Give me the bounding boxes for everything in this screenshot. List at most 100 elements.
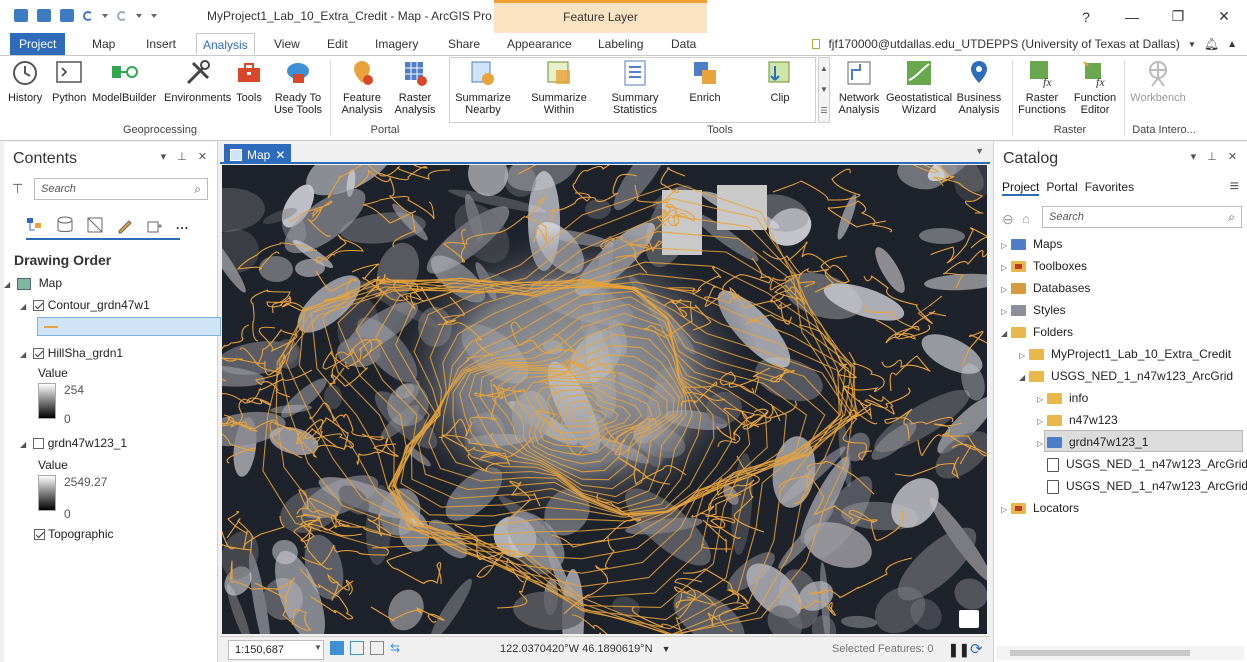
- layer-hillshade[interactable]: ◢ HillSha_grdn1: [20, 346, 123, 360]
- feature-analysis-button[interactable]: Feature Analysis: [336, 58, 388, 116]
- refresh-icon[interactable]: ⟳: [970, 640, 983, 658]
- view-list-dropdown-icon[interactable]: ▼: [975, 146, 984, 156]
- layer-visibility-checkbox[interactable]: [33, 438, 45, 450]
- layer-visibility-checkbox[interactable]: [33, 300, 45, 312]
- expand-arrow-icon[interactable]: ▷: [1001, 263, 1011, 272]
- modelbuilder-button[interactable]: ModelBuilder: [92, 58, 156, 104]
- contents-search-input[interactable]: Search ⌕: [34, 178, 208, 200]
- catalog-search-input[interactable]: Search ⌕: [1042, 206, 1242, 228]
- raster-analysis-button[interactable]: Raster Analysis: [390, 58, 440, 116]
- layer-topographic[interactable]: Topographic: [34, 527, 114, 541]
- gallery-expand-icon[interactable]: ☰: [819, 100, 829, 121]
- tab-catalog-project[interactable]: Project: [1002, 180, 1040, 196]
- user-account[interactable]: fjf170000@utdallas.edu_UTDEPPS (Universi…: [812, 37, 1237, 51]
- gallery-scroll[interactable]: ▲ ▼ ☰: [818, 57, 830, 123]
- tab-labeling[interactable]: Labeling: [592, 33, 649, 55]
- selection-view-icon[interactable]: [86, 216, 104, 234]
- expand-arrow-icon[interactable]: ◢: [1019, 373, 1029, 382]
- collapse-arrow-icon[interactable]: ◢: [20, 440, 30, 449]
- catalog-item[interactable]: ▷ info: [1037, 391, 1088, 405]
- expand-arrow-icon[interactable]: ◢: [1001, 329, 1011, 338]
- tab-map-view[interactable]: Map ✕: [224, 144, 292, 164]
- catalog-item[interactable]: ▷ grdn47w123_1: [1037, 435, 1148, 449]
- scroll-thumb[interactable]: [1010, 650, 1190, 656]
- catalog-item[interactable]: USGS_NED_1_n47w123_ArcGrid_met: [1037, 457, 1247, 472]
- search-icon[interactable]: ⌕: [194, 182, 201, 197]
- close-icon[interactable]: ✕: [275, 148, 285, 162]
- expand-arrow-icon[interactable]: ▷: [1001, 285, 1011, 294]
- network-analysis-button[interactable]: Network Analysis: [834, 58, 884, 116]
- layer-visibility-checkbox[interactable]: [33, 348, 45, 360]
- redo-dropdown-icon[interactable]: [136, 13, 142, 18]
- summary-statistics-button[interactable]: Summary Statistics: [604, 58, 666, 116]
- collapse-arrow-icon[interactable]: ◢: [20, 350, 30, 359]
- filter-icon[interactable]: ⊤: [12, 181, 23, 197]
- tab-insert[interactable]: Insert: [140, 33, 182, 55]
- close-button[interactable]: ✕: [1201, 0, 1247, 33]
- layer-contour[interactable]: ◢ Contour_grdn47w1: [20, 298, 150, 312]
- catalog-item[interactable]: ◢ Folders: [1001, 325, 1073, 339]
- environments-button[interactable]: Environments: [164, 58, 231, 104]
- expand-arrow-icon[interactable]: ▷: [1037, 395, 1047, 404]
- catalog-item[interactable]: ▷ Styles: [1001, 303, 1066, 317]
- expand-arrow-icon[interactable]: ▷: [1019, 351, 1029, 360]
- raster-functions-button[interactable]: fx Raster Functions: [1016, 58, 1068, 116]
- collapse-arrow-icon[interactable]: ◢: [20, 302, 30, 311]
- editing-pencil-icon[interactable]: [116, 216, 134, 234]
- new-project-icon[interactable]: [14, 9, 28, 22]
- contour-symbol-row[interactable]: [37, 317, 221, 336]
- summarize-nearby-button[interactable]: Summarize Nearby: [452, 58, 514, 116]
- undo-dropdown-icon[interactable]: [102, 13, 108, 18]
- search-icon[interactable]: ⌕: [1228, 210, 1235, 225]
- undo-icon[interactable]: [83, 10, 93, 21]
- function-editor-button[interactable]: fx Function Editor: [1072, 58, 1118, 116]
- catalog-item[interactable]: ◢ USGS_NED_1_n47w123_ArcGrid: [1019, 369, 1233, 383]
- restore-button[interactable]: ❐: [1155, 0, 1201, 33]
- open-project-icon[interactable]: [37, 9, 51, 22]
- data-source-icon[interactable]: [56, 216, 74, 234]
- selected-features[interactable]: Selected Features: 0: [832, 643, 934, 655]
- catalog-item[interactable]: ▷ Databases: [1001, 281, 1090, 295]
- business-analysis-button[interactable]: Business Analysis: [954, 58, 1004, 116]
- history-button[interactable]: History: [8, 58, 42, 104]
- python-button[interactable]: Python: [52, 58, 86, 104]
- minimize-button[interactable]: —: [1109, 0, 1155, 33]
- back-icon[interactable]: ⊖: [1002, 211, 1014, 228]
- gallery-down-icon[interactable]: ▼: [819, 79, 829, 100]
- tab-catalog-favorites[interactable]: Favorites: [1085, 180, 1134, 196]
- gallery-up-icon[interactable]: ▲: [819, 58, 829, 79]
- expand-arrow-icon[interactable]: ▷: [1001, 505, 1011, 514]
- catalog-item[interactable]: ▷ Locators: [1001, 501, 1079, 515]
- tab-catalog-portal[interactable]: Portal: [1046, 180, 1077, 196]
- pane-controls[interactable]: ▾ ⊥ ✕: [161, 150, 211, 163]
- ready-to-use-tools-button[interactable]: Ready To Use Tools: [272, 58, 324, 116]
- tab-imagery[interactable]: Imagery: [369, 33, 424, 55]
- catalog-item[interactable]: ▷ n47w123: [1037, 413, 1118, 427]
- save-project-icon[interactable]: [60, 9, 74, 22]
- expand-arrow-icon[interactable]: ▷: [1001, 241, 1011, 250]
- geostatistical-wizard-button[interactable]: Geostatistical Wizard: [886, 58, 952, 116]
- snapping-toggle-icon[interactable]: [370, 641, 384, 655]
- expand-arrow-icon[interactable]: ▷: [1037, 417, 1047, 426]
- home-icon[interactable]: ⌂: [1022, 211, 1030, 226]
- tab-map[interactable]: Map: [86, 33, 121, 55]
- scale-dropdown-icon[interactable]: ▼: [314, 643, 322, 652]
- grid-icon[interactable]: [330, 641, 344, 655]
- tools-button[interactable]: Tools: [234, 58, 264, 104]
- snapping-icon[interactable]: [146, 216, 164, 234]
- menu-icon[interactable]: ≡: [1230, 178, 1239, 196]
- catalog-item[interactable]: ▷ Maps: [1001, 237, 1062, 251]
- map-node[interactable]: ◢ Map: [4, 276, 62, 290]
- customize-qat-icon[interactable]: [151, 13, 157, 18]
- tab-share[interactable]: Share: [442, 33, 486, 55]
- pane-controls[interactable]: ▾ ⊥ ✕: [1191, 150, 1241, 163]
- map-canvas[interactable]: [222, 165, 987, 634]
- layer-visibility-checkbox[interactable]: [34, 529, 45, 541]
- navigation-icon[interactable]: ⇆: [390, 641, 400, 655]
- tab-data[interactable]: Data: [665, 33, 702, 55]
- tab-analysis[interactable]: Analysis: [196, 33, 255, 55]
- coordinates-readout[interactable]: 122.0370420°W 46.1890619°N ▼: [500, 643, 671, 655]
- catalog-item[interactable]: USGS_NED_1_n47w123_ArcGrid_met: [1037, 479, 1247, 494]
- pause-drawing-icon[interactable]: ❚❚: [948, 642, 970, 658]
- ribbon-collapse-icon[interactable]: ▲: [1227, 39, 1237, 50]
